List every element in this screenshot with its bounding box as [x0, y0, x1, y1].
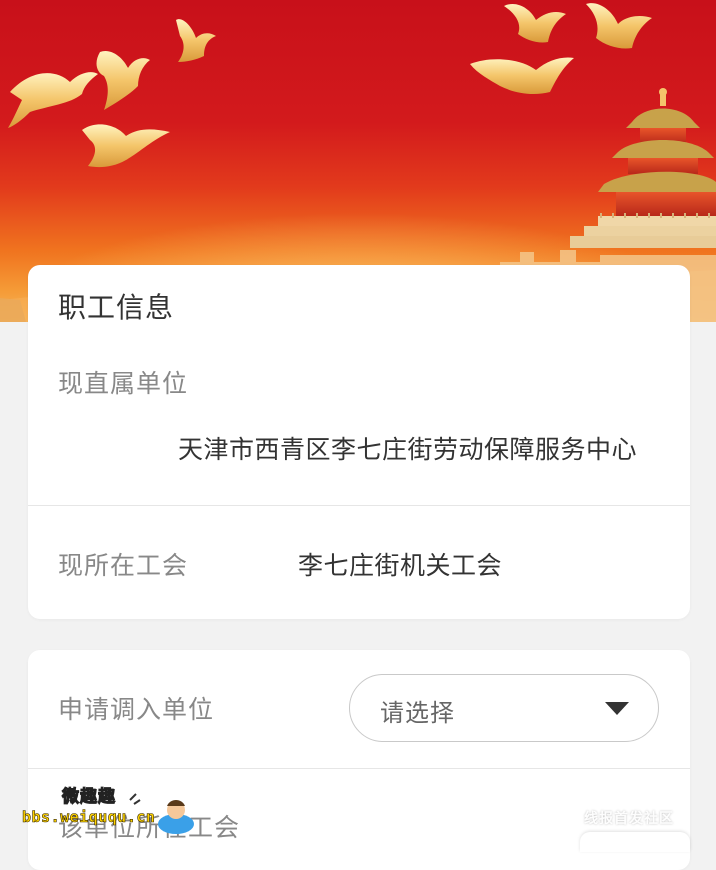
divider: [28, 768, 690, 769]
watermark-right: 线报首发社区: [584, 811, 674, 827]
current-union-label: 现所在工会: [58, 551, 189, 580]
current-union-value: 李七庄街机关工会: [298, 551, 503, 580]
employee-info-title: 职工信息: [58, 291, 175, 324]
doves: [8, 3, 652, 168]
current-unit-label: 现直属单位: [58, 369, 189, 398]
temple-of-heaven: [570, 88, 716, 248]
watermark-left: 微趣趣 bbs.weiququ.cn: [4, 770, 200, 848]
caret-down-icon: [605, 702, 629, 715]
current-unit-value: 天津市西青区李七庄街劳动保障服务中心: [178, 435, 638, 464]
watermark-right-bubble: [580, 832, 690, 852]
target-unit-label: 申请调入单位: [58, 695, 215, 724]
target-unit-select[interactable]: 请选择: [349, 674, 659, 742]
watermark-left-url: bbs.weiququ.cn: [22, 808, 156, 827]
divider: [28, 505, 690, 506]
watermark-left-title: 微趣趣: [62, 787, 116, 808]
target-unit-placeholder: 请选择: [380, 699, 455, 727]
